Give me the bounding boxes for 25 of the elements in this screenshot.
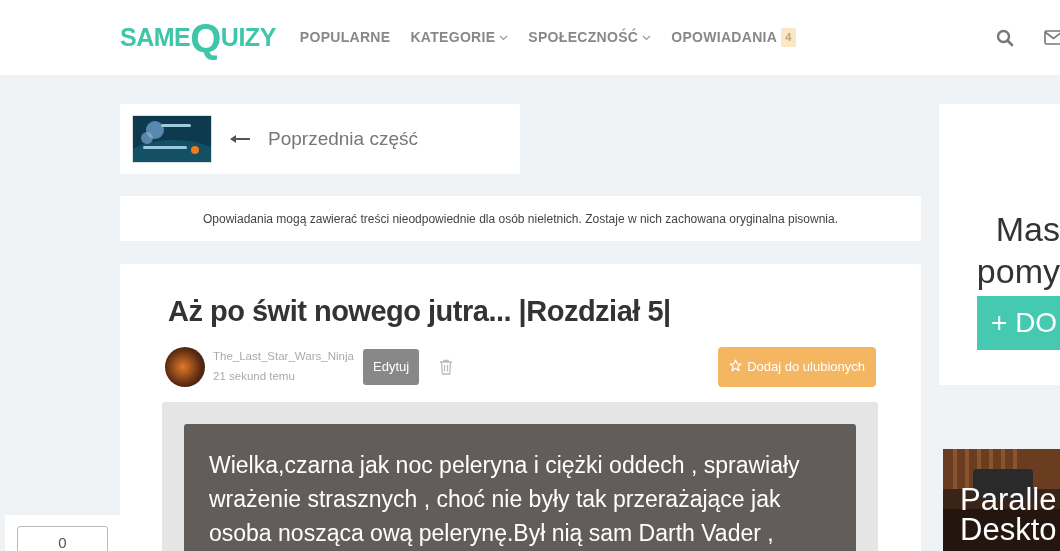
- nav-link[interactable]: KATEGORIE: [410, 27, 509, 48]
- ad-text: Paralle: [960, 485, 1057, 515]
- add-to-favorites-button[interactable]: Dodaj do ulubionych: [718, 347, 876, 387]
- story-text: Wielka,czarna jak noc peleryna i ciężki oddech , sprawiały wrażenie strasznych , choć nie były tak przerażające jak osoba nosząca ową pelerynę.Był nią sam Darth Vader ,: [184, 423, 856, 551]
- story-title: Aż po świt nowego jutra... |Rozdział 5|: [168, 294, 672, 329]
- counter-field: 0: [17, 526, 108, 551]
- ad-text: Deskto: [960, 515, 1057, 545]
- promo-text: Mas: [995, 209, 1060, 250]
- add-button[interactable]: + DO: [977, 296, 1060, 350]
- nav-link[interactable]: SPOŁECZNOŚĆ: [528, 27, 652, 48]
- post-time: 21 sekund temu: [213, 369, 296, 385]
- author-name[interactable]: The_Last_Star_Wars_Ninja: [213, 348, 363, 366]
- edit-button[interactable]: Edytuj: [363, 349, 420, 385]
- nav-link[interactable]: POPULARNE: [299, 27, 391, 48]
- avatar[interactable]: [165, 346, 205, 387]
- star-icon: [729, 359, 743, 373]
- notice-text: Opowiadania mogą zawierać treści nieodpowiednie dla osób nieletnich. Zostaje w nich zachowana oryginalna pisownia.: [202, 210, 838, 228]
- promo-text: pomy: [976, 251, 1060, 292]
- search-icon[interactable]: [996, 28, 1014, 47]
- left-arrow-icon: [230, 134, 250, 144]
- nav-link[interactable]: OPOWIADANIA 4: [671, 27, 796, 48]
- advertisement[interactable]: Paralle Deskto: [943, 449, 1060, 551]
- count-badge: 4: [781, 28, 796, 47]
- envelope-icon[interactable]: [1044, 30, 1060, 45]
- previous-part-link[interactable]: Poprzednia część: [268, 124, 418, 154]
